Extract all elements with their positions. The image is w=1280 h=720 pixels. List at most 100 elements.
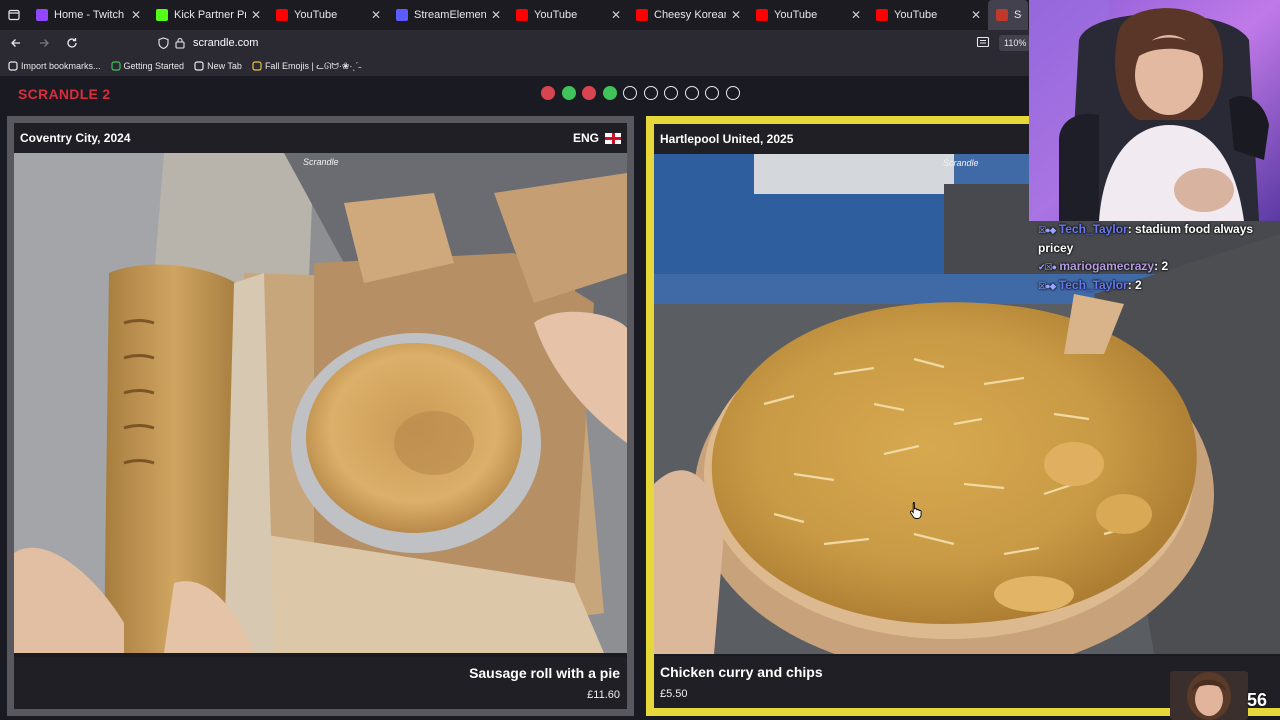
tab-title: Cheesy Korean Egg Toa (654, 9, 726, 21)
import-icon (8, 61, 18, 71)
browser-tab[interactable]: YouTube ✕ (868, 0, 988, 30)
close-tab-icon[interactable]: ✕ (970, 8, 982, 22)
round-dot-2 (561, 86, 576, 100)
tab-title: YouTube (894, 9, 938, 21)
zoom-level-button[interactable]: 110% (999, 35, 1032, 51)
scrandle-watermark: Scrandle (943, 158, 979, 168)
reload-icon (67, 38, 77, 48)
tab-title: YouTube (534, 9, 578, 21)
close-tab-icon[interactable]: ✕ (370, 8, 382, 22)
round-dot-7 (664, 86, 678, 100)
close-tab-icon[interactable]: ✕ (850, 8, 862, 22)
scrandle-icon (996, 9, 1008, 21)
browser-tab[interactable]: StreamElements - My c ✕ (388, 0, 508, 30)
bookmark-item[interactable]: Fall Emojis | ᓚᘏᗢ·❀·ˎˊ˗ (252, 61, 361, 72)
back-arrow-icon (11, 39, 20, 47)
round-dot-10 (725, 86, 740, 100)
hand-cursor-icon (909, 502, 922, 519)
round-dot-8 (684, 86, 699, 100)
club-year-label: Hartlepool United, 2025 (660, 132, 794, 146)
tab-title: Scran (1014, 9, 1022, 21)
country-code: ENG (572, 131, 599, 145)
shield-icon (158, 37, 169, 49)
browser-tab[interactable]: Scran (988, 0, 1028, 30)
browser-tab[interactable]: YouTube ✕ (748, 0, 868, 30)
country-label: ENG (573, 131, 621, 145)
tab-title: YouTube (774, 9, 818, 21)
youtube-icon (876, 9, 888, 21)
back-button[interactable] (4, 31, 28, 55)
chat-badges-icon: ✔☒● (1038, 262, 1057, 272)
bookmark-item[interactable]: New Tab (194, 61, 242, 71)
reload-button[interactable] (60, 31, 84, 55)
browser-tab[interactable]: Cheesy Korean Egg Toa ✕ (628, 0, 748, 30)
card-header: Coventry City, 2024 ENG (14, 123, 627, 153)
bookmark-label: Import bookmarks... (21, 61, 101, 71)
youtube-icon (636, 9, 648, 21)
chat-username: Tech_Taylor (1058, 222, 1128, 236)
chat-message: ✔☒● mariogamecrazy: 2 (1038, 257, 1267, 276)
url-text[interactable]: scrandle.com (193, 37, 258, 49)
forward-arrow-icon (40, 39, 49, 47)
firefox-icon (110, 61, 121, 71)
browser-tab[interactable]: Home - Twitch ✕ (28, 0, 148, 30)
food-price: £5.50 (660, 688, 688, 700)
food-price: £11.60 (587, 689, 620, 701)
address-bar[interactable]: scrandle.com (152, 32, 1002, 54)
chat-text: 2 (1135, 278, 1142, 292)
food-photo: Scrandle (14, 153, 627, 657)
chat-username: Tech_Taylor (1058, 278, 1128, 292)
round-dot-3 (582, 86, 596, 100)
chat-username: mariogamecrazy (1059, 259, 1155, 273)
round-dot-9 (705, 86, 719, 100)
chat-text: 2 (1161, 259, 1169, 273)
food-name: Chicken curry and chips (660, 664, 823, 680)
browser-tab[interactable]: Kick Partner Program - ✕ (148, 0, 268, 30)
round-dot-6 (643, 86, 658, 100)
close-tab-icon[interactable]: ✕ (610, 8, 622, 22)
close-tab-icon[interactable]: ✕ (730, 8, 742, 22)
chat-message: ☒●◆ Tech_Taylor: 2 (1038, 276, 1267, 295)
tab-title: YouTube (294, 9, 338, 21)
streamelements-icon (396, 9, 408, 21)
bookmark-item[interactable]: Import bookmarks... (8, 61, 101, 71)
bookmark-item[interactable]: Getting Started (110, 61, 185, 71)
bookmark-label: Getting Started (123, 61, 185, 71)
kick-icon (156, 9, 168, 21)
reader-view-button[interactable] (976, 35, 990, 54)
chat-message: ☒●◆ Tech_Taylor: stadium food always pri… (1038, 222, 1254, 255)
card-footer: Sausage roll with a pie £11.60 (14, 657, 627, 709)
tab-title: StreamElements - My c (414, 9, 486, 21)
viewer-count: 56 (1247, 690, 1268, 710)
round-dot-1 (541, 86, 555, 100)
food-choice-card-left[interactable]: Coventry City, 2024 ENG Scrandle Sausage… (7, 116, 634, 716)
chat-badges-icon: ☒●◆ (1038, 281, 1056, 291)
browser-tab[interactable]: YouTube ✕ (508, 0, 628, 30)
round-dot-4 (602, 86, 617, 100)
stream-chat-overlay: ☒●◆ Tech_Taylor: stadium food always pri… (1030, 218, 1275, 297)
tab-title: Home - Twitch (54, 9, 125, 21)
club-year-label: Coventry City, 2024 (20, 131, 131, 145)
youtube-icon (516, 9, 528, 21)
round-progress-dots (541, 86, 746, 100)
tab-list-icon (8, 9, 20, 21)
food-name: Sausage roll with a pie (469, 665, 620, 681)
folder-icon (252, 61, 262, 71)
tab-list-button[interactable] (0, 0, 28, 30)
close-tab-icon[interactable]: ✕ (130, 8, 142, 22)
guest-webcam (1170, 671, 1248, 720)
round-dot-5 (623, 86, 637, 100)
app-logo-title[interactable]: SCRANDLE 2 (18, 86, 110, 102)
chat-badges-icon: ☒●◆ (1038, 225, 1056, 235)
tab-title: Kick Partner Program - (174, 9, 246, 21)
globe-icon (194, 61, 204, 71)
youtube-icon (756, 9, 768, 21)
reader-view-icon (976, 36, 990, 48)
england-flag-icon (605, 132, 621, 144)
close-tab-icon[interactable]: ✕ (250, 8, 262, 22)
close-tab-icon[interactable]: ✕ (490, 8, 502, 22)
streamer-webcam (1029, 0, 1280, 221)
twitch-icon (36, 9, 48, 21)
forward-button[interactable] (32, 31, 56, 55)
browser-tab[interactable]: YouTube ✕ (268, 0, 388, 30)
